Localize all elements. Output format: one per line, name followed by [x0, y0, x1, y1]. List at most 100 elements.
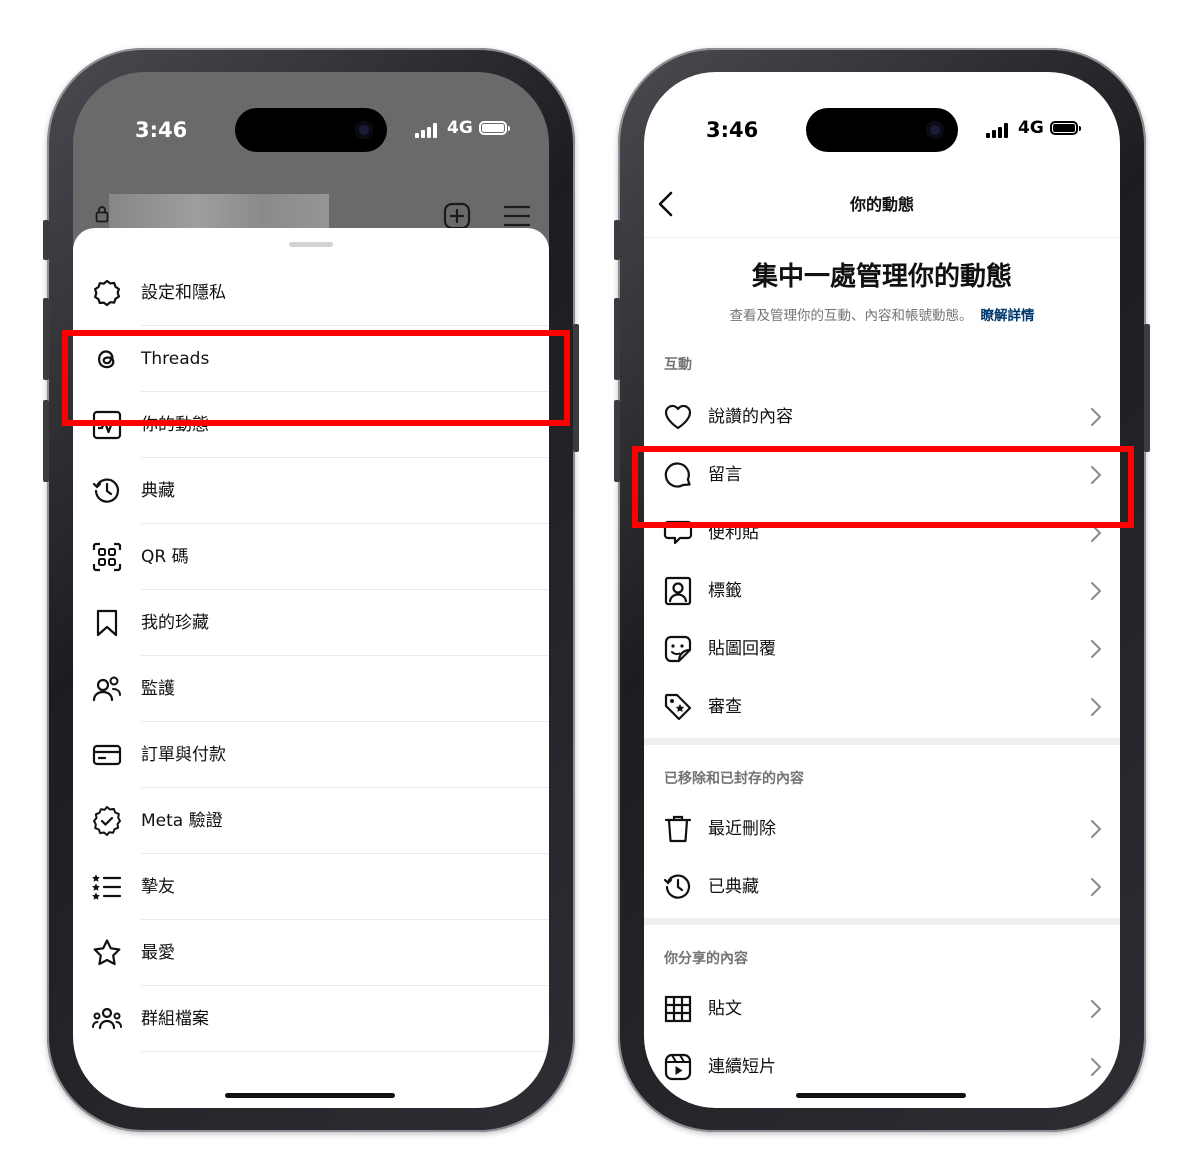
menu-item-label: 監護 — [141, 679, 175, 699]
menu-item-label: Meta 驗證 — [141, 811, 223, 831]
archive-icon — [91, 475, 123, 507]
supervision-icon — [91, 673, 123, 705]
home-indicator[interactable] — [796, 1093, 966, 1098]
star-icon — [91, 937, 123, 969]
sheet-handle[interactable] — [289, 242, 333, 247]
dynamic-island — [235, 108, 387, 152]
chevron-right-icon — [1090, 999, 1102, 1019]
network-type: 4G — [447, 118, 473, 138]
menu-item-label: 典藏 — [141, 481, 175, 501]
activity-item-recently-deleted[interactable]: 最近刪除 — [644, 800, 1120, 858]
menu-item-label: 訂單與付款 — [141, 745, 226, 765]
activity-item-sticker-responses[interactable]: 貼圖回覆 — [644, 620, 1120, 678]
activity-item-label: 連續短片 — [708, 1057, 776, 1077]
blurred-username — [109, 194, 329, 232]
section-divider — [644, 918, 1120, 925]
sticker-icon — [662, 633, 694, 665]
menu-item-archive[interactable]: 典藏 — [73, 458, 549, 524]
hamburger-menu-icon[interactable] — [503, 204, 531, 228]
signal-icon — [986, 122, 1012, 138]
activity-item-label: 已典藏 — [708, 877, 759, 897]
menu-item-label: QR 碼 — [141, 547, 189, 567]
highlight-your-activity — [62, 330, 570, 426]
menu-item-label: 設定和隱私 — [141, 283, 226, 303]
lock-icon — [95, 205, 109, 223]
status-bar: 3:46 4G — [644, 72, 1120, 152]
tag-person-icon — [662, 575, 694, 607]
section-interactions: 互動 — [664, 357, 692, 373]
settings-icon — [91, 277, 123, 309]
right-screen: 3:46 4G 你的動態 集中一處管理你的動態 查看及管理你的互動、內容和帳號動… — [644, 72, 1120, 1108]
activity-item-posts[interactable]: 貼文 — [644, 980, 1120, 1038]
nav-bar: 你的動態 — [644, 172, 1120, 238]
left-phone: 3:46 4G 設定和隱私 Threads 你的動態 典藏 QR 碼 我的珍藏 … — [43, 48, 579, 1132]
reels-icon — [662, 1051, 694, 1083]
activity-item-label: 最近刪除 — [708, 819, 776, 839]
menu-item-favorites[interactable]: 最愛 — [73, 920, 549, 986]
power-button — [1144, 324, 1150, 452]
activity-item-likes[interactable]: 說讚的內容 — [644, 388, 1120, 446]
activity-headline: 集中一處管理你的動態 — [751, 262, 1012, 292]
activity-item-label: 說讚的內容 — [708, 407, 793, 427]
menu-item-supervision[interactable]: 監護 — [73, 656, 549, 722]
menu-item-close-friends[interactable]: 摯友 — [73, 854, 549, 920]
grid-icon — [662, 993, 694, 1025]
chevron-right-icon — [1090, 407, 1102, 427]
section-divider — [644, 738, 1120, 745]
menu-item-label: 摯友 — [141, 877, 175, 897]
menu-item-label: 最愛 — [141, 943, 175, 963]
home-indicator[interactable] — [225, 1093, 395, 1098]
qr-code-icon — [91, 541, 123, 573]
create-post-icon[interactable] — [443, 202, 471, 230]
battery-icon — [1050, 121, 1081, 135]
network-type: 4G — [1018, 118, 1044, 138]
activity-item-label: 標籤 — [708, 581, 742, 601]
review-tag-icon — [662, 691, 694, 723]
learn-more-link[interactable]: 瞭解詳情 — [981, 308, 1035, 324]
chevron-right-icon — [1090, 639, 1102, 659]
activity-item-tags[interactable]: 標籤 — [644, 562, 1120, 620]
chevron-right-icon — [1090, 877, 1102, 897]
right-phone: 3:46 4G 你的動態 集中一處管理你的動態 查看及管理你的互動、內容和帳號動… — [614, 48, 1150, 1132]
heart-icon — [662, 401, 694, 433]
menu-item-label: 我的珍藏 — [141, 613, 209, 633]
menu-item-label: 群組檔案 — [141, 1009, 209, 1029]
section-shared: 你分享的內容 — [664, 951, 748, 967]
menu-item-saved[interactable]: 我的珍藏 — [73, 590, 549, 656]
activity-item-archived[interactable]: 已典藏 — [644, 858, 1120, 916]
subtitle-text: 查看及管理你的互動、內容和帳號動態。 — [729, 308, 973, 324]
chevron-right-icon — [1090, 819, 1102, 839]
verified-icon — [91, 805, 123, 837]
left-screen: 3:46 4G 設定和隱私 Threads 你的動態 典藏 QR 碼 我的珍藏 … — [73, 72, 549, 1108]
chevron-right-icon — [1090, 1057, 1102, 1077]
group-icon — [91, 1003, 123, 1035]
trash-icon — [662, 813, 694, 845]
status-bar: 3:46 4G — [73, 72, 549, 152]
dynamic-island — [806, 108, 958, 152]
status-time: 3:46 — [706, 118, 759, 142]
menu-item-group-profiles[interactable]: 群組檔案 — [73, 986, 549, 1052]
mute-switch — [43, 220, 49, 260]
page-title: 你的動態 — [849, 195, 914, 214]
activity-subtitle: 查看及管理你的互動、內容和帳號動態。 瞭解詳情 — [644, 304, 1120, 324]
activity-item-label: 審查 — [708, 697, 742, 717]
menu-item-orders-payments[interactable]: 訂單與付款 — [73, 722, 549, 788]
signal-icon — [415, 122, 441, 138]
card-icon — [91, 739, 123, 771]
activity-item-label: 貼文 — [708, 999, 742, 1019]
bookmark-icon — [91, 607, 123, 639]
volume-up-button — [43, 298, 49, 380]
activity-item-reels[interactable]: 連續短片 — [644, 1038, 1120, 1096]
close-friends-icon — [91, 871, 123, 903]
status-time: 3:46 — [135, 118, 188, 142]
activity-item-label: 貼圖回覆 — [708, 639, 776, 659]
volume-down-button — [614, 400, 620, 482]
menu-item-settings[interactable]: 設定和隱私 — [73, 260, 549, 326]
menu-item-qr-code[interactable]: QR 碼 — [73, 524, 549, 590]
menu-item-meta-verified[interactable]: Meta 驗證 — [73, 788, 549, 854]
activity-item-review[interactable]: 審查 — [644, 678, 1120, 736]
mute-switch — [614, 220, 620, 260]
archive-icon — [662, 871, 694, 903]
chevron-right-icon — [1090, 581, 1102, 601]
volume-down-button — [43, 400, 49, 482]
